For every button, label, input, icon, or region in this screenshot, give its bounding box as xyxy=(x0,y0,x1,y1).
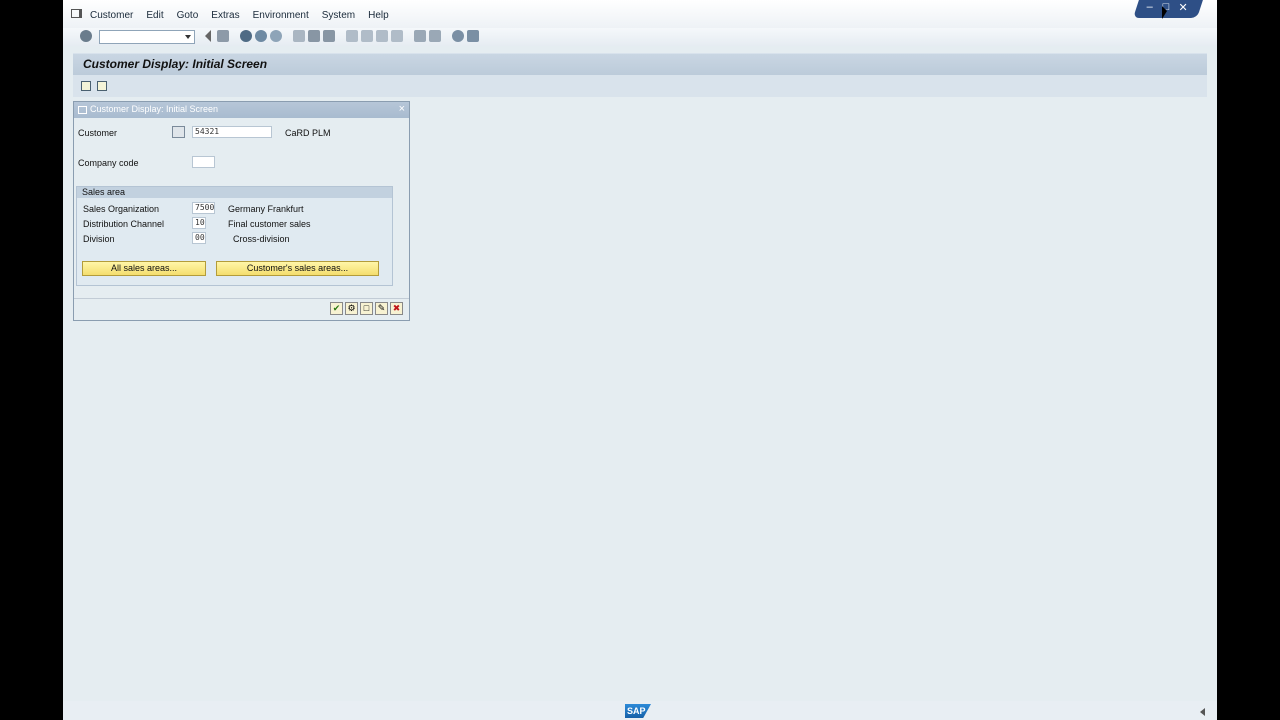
enter-icon[interactable] xyxy=(80,30,92,42)
menu-goto[interactable]: Goto xyxy=(177,10,199,21)
sap-logo: SAP xyxy=(625,704,651,718)
application-toolbar xyxy=(73,75,1207,97)
all-sales-areas-button[interactable]: All sales areas... xyxy=(82,261,206,276)
chevron-down-icon[interactable] xyxy=(185,35,191,39)
customer-name: CaRD PLM xyxy=(285,128,331,138)
new-document-icon[interactable]: □ xyxy=(360,302,373,315)
overview-icon[interactable] xyxy=(81,81,91,91)
back-icon[interactable] xyxy=(240,30,252,42)
menu-customer[interactable]: Customer xyxy=(90,10,133,21)
customer-field[interactable]: 54321 xyxy=(192,126,272,138)
layout-menu-icon[interactable] xyxy=(467,30,479,42)
customer-display-dialog: Customer Display: Initial Screen × Custo… xyxy=(73,101,410,321)
customers-sales-areas-button[interactable]: Customer's sales areas... xyxy=(216,261,379,276)
sales-org-label: Sales Organization xyxy=(83,204,160,214)
mouse-cursor-icon xyxy=(1162,6,1167,19)
dist-channel-desc: Final customer sales xyxy=(228,219,311,229)
exit-icon[interactable] xyxy=(255,30,267,42)
shortcut-icon[interactable] xyxy=(429,30,441,42)
details-icon[interactable] xyxy=(97,81,107,91)
menu-system[interactable]: System xyxy=(322,10,355,21)
sales-area-group: Sales area Sales Organization 7500 Germa… xyxy=(76,186,393,286)
division-label: Division xyxy=(83,234,115,244)
back-arrow-icon[interactable] xyxy=(203,30,211,42)
division-desc: Cross-division xyxy=(233,234,290,244)
cancel-x-icon[interactable]: ✖ xyxy=(390,302,403,315)
next-page-icon[interactable] xyxy=(376,30,388,42)
window-controls: – □ ✕ xyxy=(1133,0,1203,18)
menu-bar: Customer Edit Goto Extras Environment Sy… xyxy=(63,0,1217,28)
dialog-title-bar: Customer Display: Initial Screen × xyxy=(74,102,409,118)
company-code-field[interactable] xyxy=(192,156,215,168)
first-page-icon[interactable] xyxy=(346,30,358,42)
matchcode-binoculars-icon[interactable] xyxy=(172,126,185,138)
sales-org-desc: Germany Frankfurt xyxy=(228,204,304,214)
dialog-footer-divider xyxy=(74,298,409,299)
page-title: Customer Display: Initial Screen xyxy=(83,57,268,71)
sales-area-header: Sales area xyxy=(77,187,392,198)
menu-edit[interactable]: Edit xyxy=(146,10,163,21)
screen-title-bar: Customer Display: Initial Screen xyxy=(73,53,1207,75)
last-page-icon[interactable] xyxy=(391,30,403,42)
continue-check-icon[interactable]: ✔ xyxy=(330,302,343,315)
close-icon[interactable]: × xyxy=(399,103,405,115)
print-icon[interactable] xyxy=(293,30,305,42)
customer-label: Customer xyxy=(78,128,118,138)
dist-channel-label: Distribution Channel xyxy=(83,219,165,229)
new-session-icon[interactable] xyxy=(414,30,426,42)
menu-help[interactable]: Help xyxy=(368,10,389,21)
switch-icon[interactable]: ⚙ xyxy=(345,302,358,315)
find-icon[interactable] xyxy=(308,30,320,42)
sales-org-field[interactable]: 7500 xyxy=(192,202,215,214)
system-menu-icon[interactable] xyxy=(71,9,82,18)
help-icon[interactable] xyxy=(452,30,464,42)
division-field[interactable]: 00 xyxy=(192,232,206,244)
standard-toolbar xyxy=(63,28,1217,46)
dist-channel-field[interactable]: 10 xyxy=(192,217,206,229)
dialog-title: Customer Display: Initial Screen xyxy=(90,104,219,114)
dialog-window-icon xyxy=(78,106,87,114)
status-expand-icon[interactable] xyxy=(1200,708,1205,716)
save-icon[interactable] xyxy=(217,30,229,42)
status-bar: SAP xyxy=(63,701,1217,720)
menu-extras[interactable]: Extras xyxy=(211,10,239,21)
company-code-label: Company code xyxy=(78,158,139,168)
menu-environment[interactable]: Environment xyxy=(253,10,309,21)
find-next-icon[interactable] xyxy=(323,30,335,42)
close-window-button[interactable]: ✕ xyxy=(1178,1,1187,14)
sales-area-title: Sales area xyxy=(82,187,126,197)
sap-gui-window: Customer Edit Goto Extras Environment Sy… xyxy=(63,0,1217,720)
minimize-button[interactable]: – xyxy=(1147,1,1153,13)
cancel-icon[interactable] xyxy=(270,30,282,42)
command-field[interactable] xyxy=(99,30,195,44)
edit-pencil-icon[interactable]: ✎ xyxy=(375,302,388,315)
previous-page-icon[interactable] xyxy=(361,30,373,42)
